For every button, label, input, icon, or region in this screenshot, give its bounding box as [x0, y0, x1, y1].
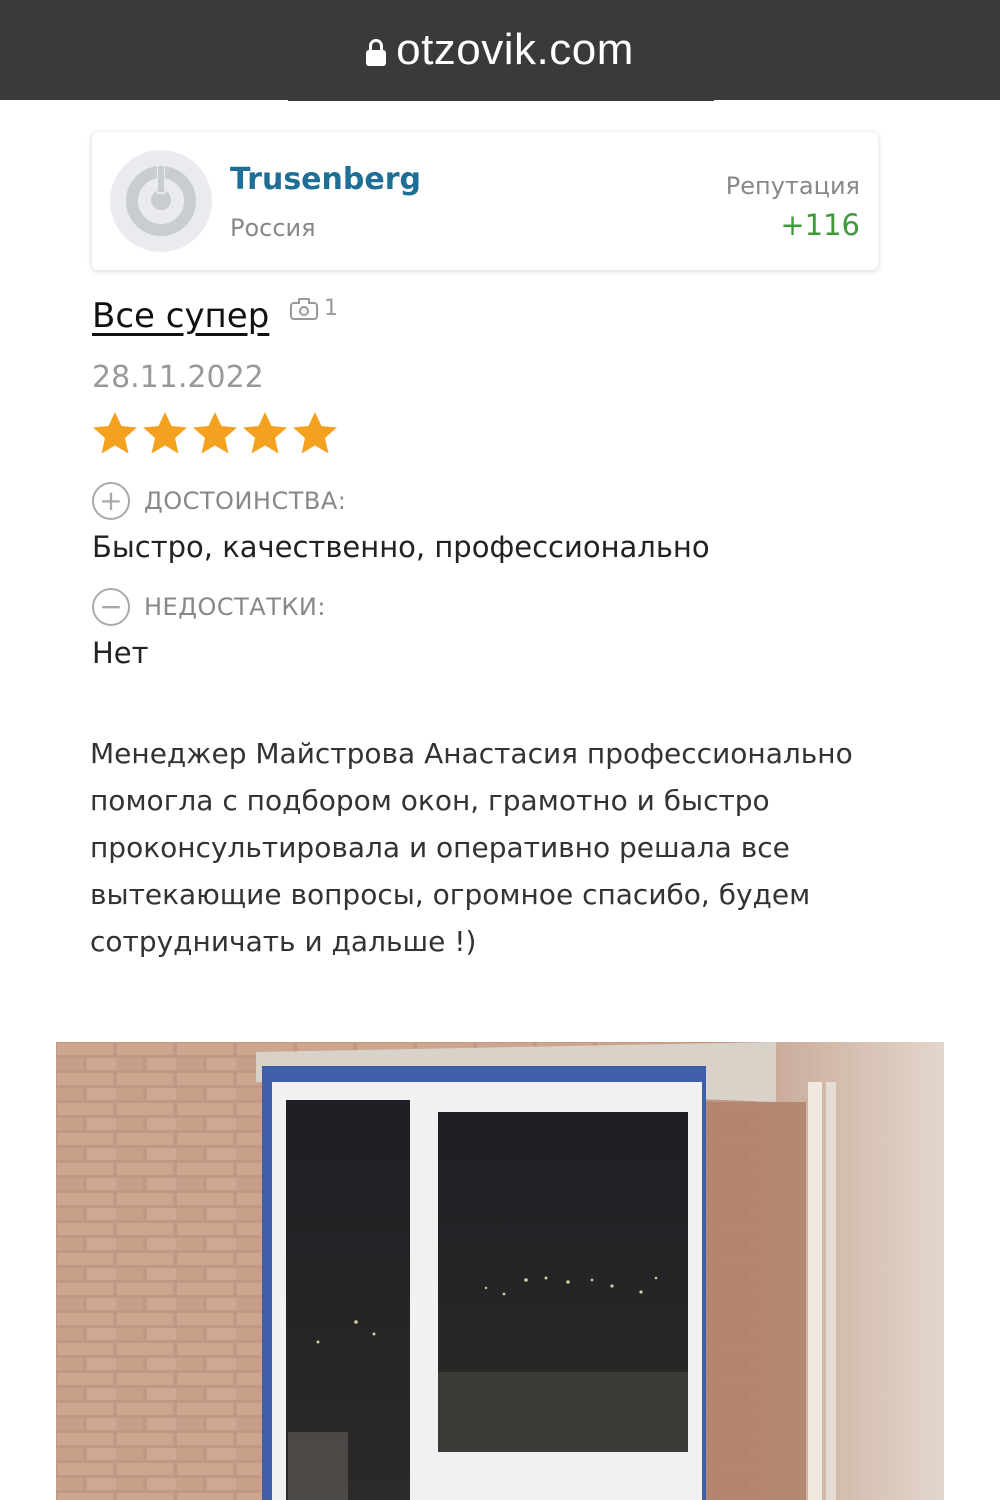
cons-label: НЕДОСТАТКИ: — [144, 593, 326, 621]
pros-header: + ДОСТОИНСТВА: — [92, 482, 346, 520]
pros-text: Быстро, качественно, профессионально — [92, 530, 710, 564]
star-icon — [143, 412, 187, 454]
url-text[interactable]: otzovik.com — [396, 25, 634, 75]
reputation-value: +116 — [780, 208, 860, 242]
review-title[interactable]: Все супер — [92, 296, 269, 336]
photo-count[interactable]: 1 — [290, 296, 338, 321]
lock-icon — [366, 39, 387, 67]
star-icon — [93, 412, 137, 454]
review-date: 28.11.2022 — [92, 360, 264, 395]
photo-count-value: 1 — [324, 296, 338, 321]
review-body-line: помогла с подбором окон, грамотно и быст… — [90, 784, 770, 817]
pros-label: ДОСТОИНСТВА: — [144, 487, 347, 515]
star-icon — [293, 412, 337, 454]
cons-header: − НЕДОСТАТКИ: — [92, 588, 326, 626]
avatar[interactable] — [110, 150, 212, 252]
browser-url-bar[interactable]: otzovik.com — [0, 0, 1000, 100]
review-photo[interactable] — [56, 1042, 944, 1500]
username-link[interactable]: Trusenberg — [230, 162, 421, 197]
window-photo-illustration — [56, 1042, 944, 1500]
url-bar-divider — [288, 99, 714, 101]
user-country: Россия — [230, 214, 316, 242]
star-icon — [243, 412, 287, 454]
user-card: Trusenberg Россия Репутация +116 — [92, 132, 878, 270]
reputation-label: Репутация — [725, 172, 860, 200]
review-body-line: сотрудничать и дальше !) — [90, 925, 477, 958]
review-body-line: проконсультировала и оперативно решала в… — [90, 831, 790, 864]
star-icon — [193, 412, 237, 454]
review-body-line: Менеджер Майстрова Анастасия профессиона… — [90, 737, 853, 770]
cons-text: Нет — [92, 636, 149, 670]
rating-stars — [92, 410, 338, 456]
review-body-line: вытекающие вопросы, огромное спасибо, бу… — [90, 878, 811, 911]
minus-circle-icon: − — [92, 588, 130, 626]
review-body: Менеджер Майстрова Анастасия профессиона… — [90, 730, 920, 965]
camera-icon — [290, 297, 318, 320]
plus-circle-icon: + — [92, 482, 130, 520]
